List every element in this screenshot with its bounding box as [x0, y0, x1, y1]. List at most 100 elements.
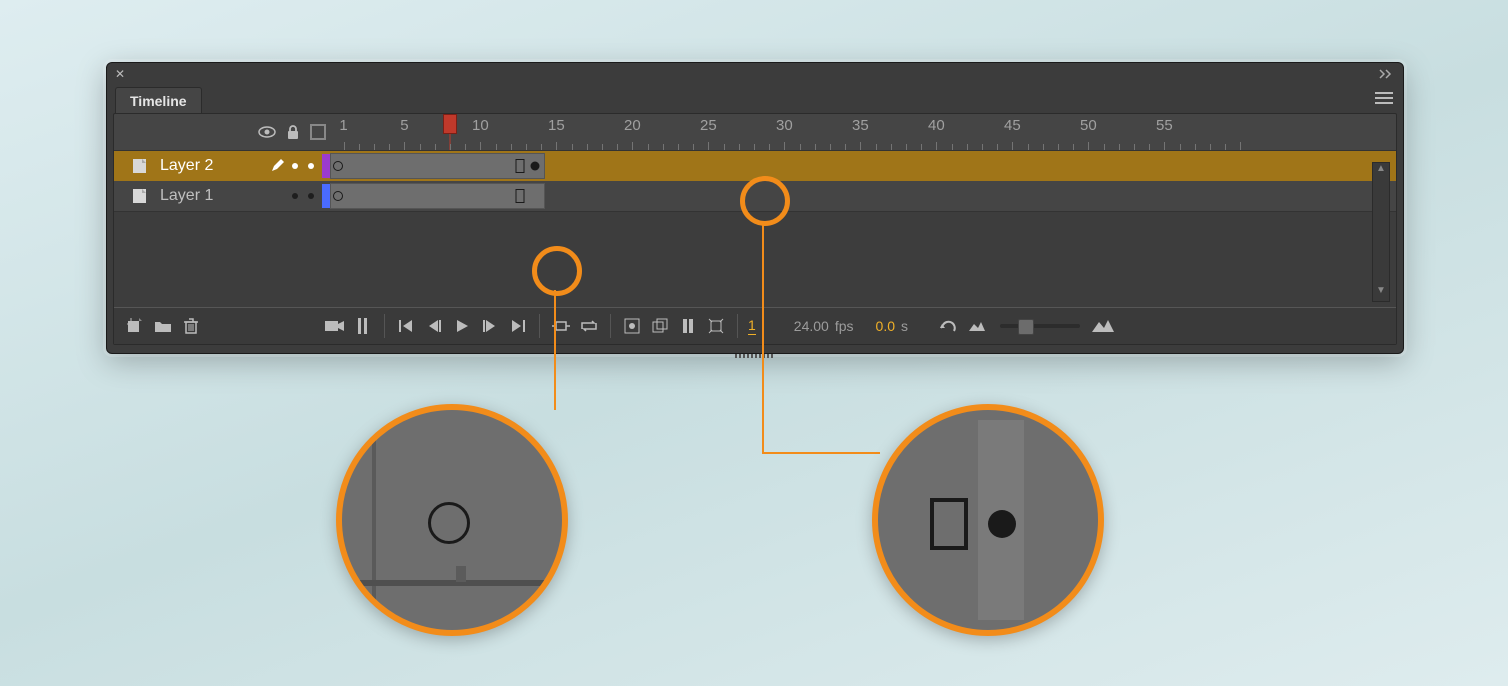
ruler-tick [693, 144, 694, 150]
ruler-tick [572, 144, 573, 150]
layer-name[interactable]: Layer 1 [160, 187, 292, 205]
fps-unit: fps [835, 318, 854, 334]
ruler-tick [404, 142, 405, 150]
ruler-label: 35 [852, 117, 869, 134]
zoom-slider-thumb[interactable] [1018, 319, 1034, 335]
marker-icon[interactable] [352, 315, 374, 337]
keyframe-filled-circle[interactable] [531, 162, 540, 171]
zoom-slider[interactable] [1000, 324, 1080, 328]
layer-track[interactable] [330, 151, 1396, 181]
ruler-tick [617, 144, 618, 150]
visibility-column-icon[interactable] [258, 126, 276, 138]
ruler-tick [997, 144, 998, 150]
ruler-tick [845, 144, 846, 150]
undo-icon[interactable] [938, 315, 960, 337]
onion-outline-icon[interactable] [649, 315, 671, 337]
ruler-tick [359, 144, 360, 150]
panel-resize-grip[interactable] [107, 351, 1403, 361]
ruler-tick [1134, 144, 1135, 150]
frame-span[interactable] [330, 183, 545, 209]
ruler-tick [967, 144, 968, 150]
camera-icon[interactable] [324, 315, 346, 337]
ruler-label: 15 [548, 117, 565, 134]
scroll-up-icon[interactable]: ▲ [1376, 163, 1386, 179]
onion-skin-icon[interactable] [621, 315, 643, 337]
ruler-tick [952, 144, 953, 150]
layer-toggle-dots[interactable] [292, 163, 314, 169]
collapse-panel-icon[interactable] [1379, 67, 1395, 82]
ruler-tick [891, 144, 892, 150]
frame-ruler[interactable]: 1510152025303540455055 [336, 114, 1396, 150]
ruler-tick [800, 144, 801, 150]
go-first-icon[interactable] [395, 315, 417, 337]
layer-color-swatch[interactable] [322, 154, 330, 178]
center-frame-icon[interactable] [550, 315, 572, 337]
ruler-label: 10 [472, 117, 489, 134]
step-forward-icon[interactable] [479, 315, 501, 337]
timeline-panel: ✕ Timeline 1510152025303540455055 [106, 62, 1404, 354]
layer-info[interactable]: Layer 2 [114, 151, 330, 181]
layer-color-swatch[interactable] [322, 184, 330, 208]
layer-info[interactable]: Layer 1 [114, 181, 330, 211]
ruler-tick [1012, 142, 1013, 150]
ruler-tick [1073, 144, 1074, 150]
lock-column-icon[interactable] [284, 124, 302, 140]
step-back-icon[interactable] [423, 315, 445, 337]
ruler-tick [480, 142, 481, 150]
new-layer-icon[interactable] [124, 315, 146, 337]
ruler-tick [724, 144, 725, 150]
panel-menu-icon[interactable] [1375, 92, 1393, 107]
keyframe-empty-circle[interactable] [333, 161, 343, 171]
outline-column-icon[interactable] [310, 124, 326, 140]
close-panel-icon[interactable]: ✕ [115, 67, 125, 81]
fps-value[interactable]: 24.00 [794, 318, 829, 334]
go-last-icon[interactable] [507, 315, 529, 337]
ruler-label: 30 [776, 117, 793, 134]
layer-track[interactable] [330, 181, 1396, 211]
keyframe-empty-circle[interactable] [333, 191, 343, 201]
tab-timeline[interactable]: Timeline [115, 87, 202, 113]
vertical-scrollbar[interactable]: ▲ ▼ [1372, 162, 1390, 302]
keyframe-rect[interactable] [516, 159, 525, 173]
timeline-body: 1510152025303540455055 Layer 2Layer 1 [113, 113, 1397, 345]
zoom-small-icon[interactable] [966, 315, 988, 337]
ruler-tick [678, 144, 679, 150]
scroll-down-icon[interactable]: ▼ [1376, 285, 1386, 301]
ruler-tick [830, 144, 831, 150]
ruler-tick [982, 144, 983, 150]
trash-icon[interactable] [180, 315, 202, 337]
ruler-tick [921, 144, 922, 150]
layer-row[interactable]: Layer 1 [114, 181, 1396, 211]
loop-icon[interactable] [578, 315, 600, 337]
ruler-tick [1240, 142, 1241, 150]
ruler-tick [1195, 144, 1196, 150]
edit-multiple-icon[interactable] [677, 315, 699, 337]
ruler-tick [556, 142, 557, 150]
elapsed-time-value[interactable]: 0.0 [876, 318, 895, 334]
ruler-tick [1043, 144, 1044, 150]
ruler-tick [648, 144, 649, 150]
ruler-label: 5 [400, 117, 408, 134]
ruler-tick [344, 142, 345, 150]
ruler-label: 50 [1080, 117, 1097, 134]
ruler-tick [526, 144, 527, 150]
ruler-label: 1 [339, 117, 347, 134]
playhead[interactable] [443, 114, 457, 134]
layer-toggle-dots[interactable] [292, 193, 314, 199]
new-folder-icon[interactable] [152, 315, 174, 337]
layer-column-headers [114, 114, 336, 150]
modify-markers-icon[interactable] [705, 315, 727, 337]
keyframe-rect[interactable] [516, 189, 525, 203]
elapsed-time-unit: s [901, 318, 908, 334]
ruler-label: 25 [700, 117, 717, 134]
ruler-tick [587, 144, 588, 150]
layer-row[interactable]: Layer 2 [114, 151, 1396, 181]
play-icon[interactable] [451, 315, 473, 337]
layer-page-icon [132, 188, 150, 204]
callout-leader-right-horiz [762, 452, 880, 454]
ruler-tick [1210, 144, 1211, 150]
layer-name[interactable]: Layer 2 [160, 157, 270, 175]
frame-span[interactable] [330, 153, 545, 179]
zoom-large-icon[interactable] [1092, 315, 1114, 337]
current-frame-field[interactable]: 1 [748, 317, 756, 335]
